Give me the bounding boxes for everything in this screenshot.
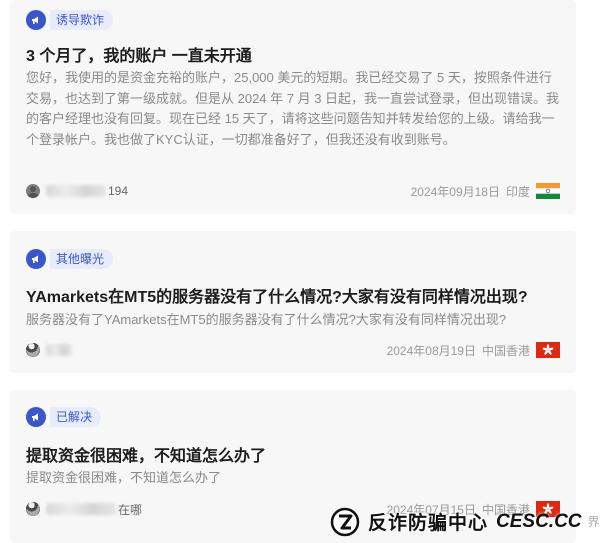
post-title[interactable]: YAmarkets在MT5的服务器没有了什么情况?大家有没有同样情况出现? xyxy=(26,283,560,307)
india-flag-icon xyxy=(536,183,560,199)
avatar[interactable] xyxy=(26,502,40,516)
post-body: 服务器没有了YAmarkets在MT5的服务器没有了什么情况?大家有没有同样情况… xyxy=(26,312,507,327)
post-body: 提取资金很困难，不知道怎么办了 xyxy=(26,470,222,485)
avatar[interactable] xyxy=(26,343,40,357)
watermark: 反诈防骗中心 CESC.CC 界 xyxy=(330,500,604,543)
post-footer: 194 2024年09月18日 印度 xyxy=(26,181,560,201)
megaphone-icon xyxy=(26,249,46,269)
post-card[interactable]: 诱导欺诈 3 个月了，我的账户 一直未开通 您好，我使用的是资金充裕的账户，25… xyxy=(10,0,576,214)
author-name-blurred xyxy=(46,503,116,515)
post-tag: 诱导欺诈 xyxy=(26,9,114,31)
post-date: 2024年08月19日 xyxy=(386,343,476,358)
watermark-text-en: CESC.CC xyxy=(496,510,582,532)
post-tag-label: 诱导欺诈 xyxy=(50,10,114,30)
post-tag: 其他曝光 xyxy=(26,248,114,270)
post-footer: 2024年08月19日 中国香港 xyxy=(26,340,560,360)
author-name-blurred xyxy=(46,344,72,356)
hong-kong-flag-icon xyxy=(536,342,560,358)
post-tag: 已解决 xyxy=(26,406,102,428)
author-name-tail: 在哪 xyxy=(118,502,143,517)
post-body: 您好，我使用的是资金充裕的账户，25,000 美元的短期。我已经交易了 5 天，… xyxy=(26,70,560,147)
megaphone-icon xyxy=(26,407,46,427)
post-region: 中国香港 xyxy=(481,343,530,358)
megaphone-icon xyxy=(26,10,46,30)
watermark-text-tail: 界 xyxy=(587,515,600,529)
avatar[interactable] xyxy=(26,184,40,198)
watermark-text-cn: 反诈防骗中心 xyxy=(368,513,489,534)
post-tag-label: 已解决 xyxy=(50,407,102,427)
shield-logo-icon xyxy=(330,507,360,536)
post-tag-label: 其他曝光 xyxy=(50,249,114,269)
author-name-tail: 194 xyxy=(108,184,129,198)
post-date: 2024年09月18日 xyxy=(410,184,500,199)
post-title[interactable]: 提取资金很困难，不知道怎么办了 xyxy=(26,442,560,466)
post-title[interactable]: 3 个月了，我的账户 一直未开通 xyxy=(26,42,560,66)
complaint-feed: 诱导欺诈 3 个月了，我的账户 一直未开通 您好，我使用的是资金充裕的账户，25… xyxy=(0,0,604,543)
author-name-blurred xyxy=(46,185,106,197)
post-card[interactable]: 其他曝光 YAmarkets在MT5的服务器没有了什么情况?大家有没有同样情况出… xyxy=(10,231,576,373)
post-region: 印度 xyxy=(505,184,530,199)
